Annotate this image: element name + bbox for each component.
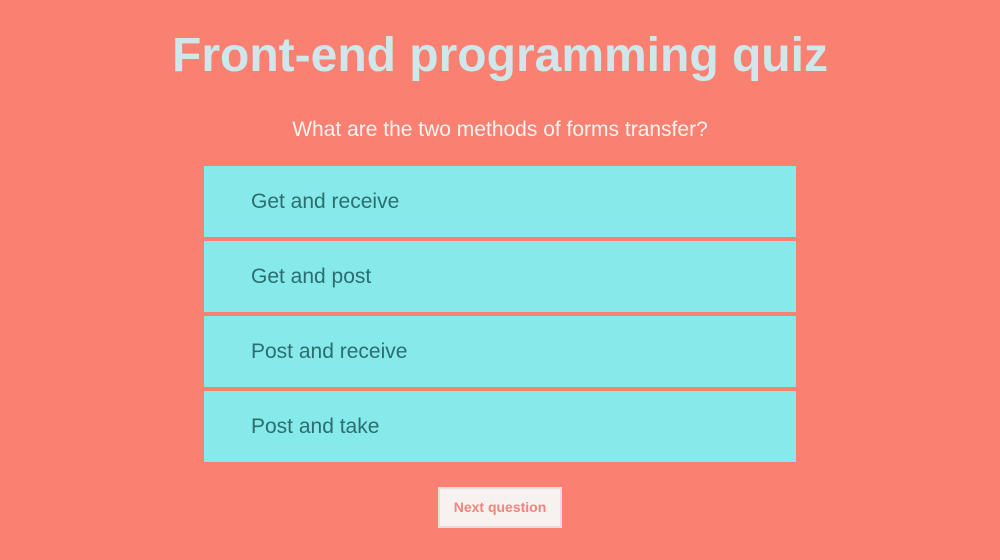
answer-list: Get and receive Get and post Post and re… — [204, 166, 796, 462]
answer-option-label: Get and receive — [251, 189, 400, 213]
quiz-page: Front-end programming quiz What are the … — [0, 0, 1000, 560]
next-question-button[interactable]: Next question — [438, 487, 562, 528]
question-text: What are the two methods of forms transf… — [292, 118, 708, 141]
answer-option-label: Post and receive — [251, 339, 408, 363]
answer-option[interactable]: Get and post — [204, 241, 796, 312]
answer-option-label: Post and take — [251, 414, 380, 438]
answer-option-label: Get and post — [251, 264, 372, 288]
page-title: Front-end programming quiz — [172, 29, 828, 82]
answer-option[interactable]: Post and take — [204, 391, 796, 462]
answer-option[interactable]: Get and receive — [204, 166, 796, 237]
answer-option[interactable]: Post and receive — [204, 316, 796, 387]
